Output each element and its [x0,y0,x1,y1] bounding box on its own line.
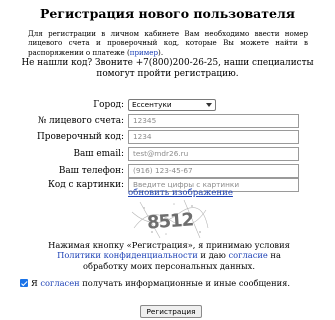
example-link[interactable]: пример [130,48,158,57]
account-number-input[interactable]: 12345 [128,114,299,128]
account-row: № лицевого счета: 12345 [0,114,335,128]
code-label: Проверочный код: [37,132,124,142]
privacy-policy-link[interactable]: Политики конфиденциальности [57,250,198,260]
intro-body: Для регистрации в личном кабинете Вам не… [28,29,308,57]
city-label: Город: [93,100,124,110]
page-title: Регистрация нового пользователя [39,6,296,21]
agreement-text: Нажимая кнопку «Регистрация», я принимаю… [40,240,298,271]
captcha-label: Код с картинки: [47,180,124,190]
agreement-text-1: Нажимая кнопку «Регистрация», я принимаю… [48,240,290,250]
account-label: № лицевого счета: [37,116,124,126]
refresh-captcha-link[interactable]: обновить изображение [128,188,233,198]
captcha-code: 8512 [146,209,193,233]
city-row: Город: Ессентуки [0,98,335,112]
intro-text: Для регистрации в личном кабинете Вам не… [28,29,308,57]
registration-page: Регистрация нового пользователя Для реги… [0,0,335,320]
subscribe-text-1: Я [31,278,41,288]
phone-row: Ваш телефон: (916) 123-45-67 [0,164,335,178]
subscribe-row: Я согласен получать информационные и ины… [20,278,320,289]
agreement-text-2: и даю [197,250,229,261]
help-text: Не нашли код? Звоните +7(800)200-26-25, … [20,58,315,80]
register-button[interactable]: Регистрация [140,305,202,318]
code-row: Проверочный код: 1234 [0,130,335,144]
subscribe-checkbox[interactable] [20,279,28,287]
consent-link[interactable]: согласие [229,250,268,260]
email-label: Ваш email: [73,149,124,159]
help-line-2: помогут пройти регистрацию. [96,69,239,79]
phone-label: Ваш телефон: [58,166,124,176]
city-value: Ессентуки [132,100,172,109]
help-line-1: Не нашли код? Звоните +7(800)200-26-25, … [21,58,314,68]
city-select[interactable]: Ессентуки [128,99,216,111]
phone-input[interactable]: (916) 123-45-67 [128,164,299,178]
subscribe-agree-link[interactable]: согласен [40,278,79,288]
chevron-down-icon [206,103,212,107]
email-row: Ваш email: test@mdr26.ru [0,147,335,161]
email-input[interactable]: test@mdr26.ru [128,147,299,161]
captcha-image: 8512 [131,199,209,239]
verification-code-input[interactable]: 1234 [128,130,299,144]
subscribe-text-2: получать информационные и иные сообщения… [79,278,291,288]
intro-tail: ). [158,47,164,57]
